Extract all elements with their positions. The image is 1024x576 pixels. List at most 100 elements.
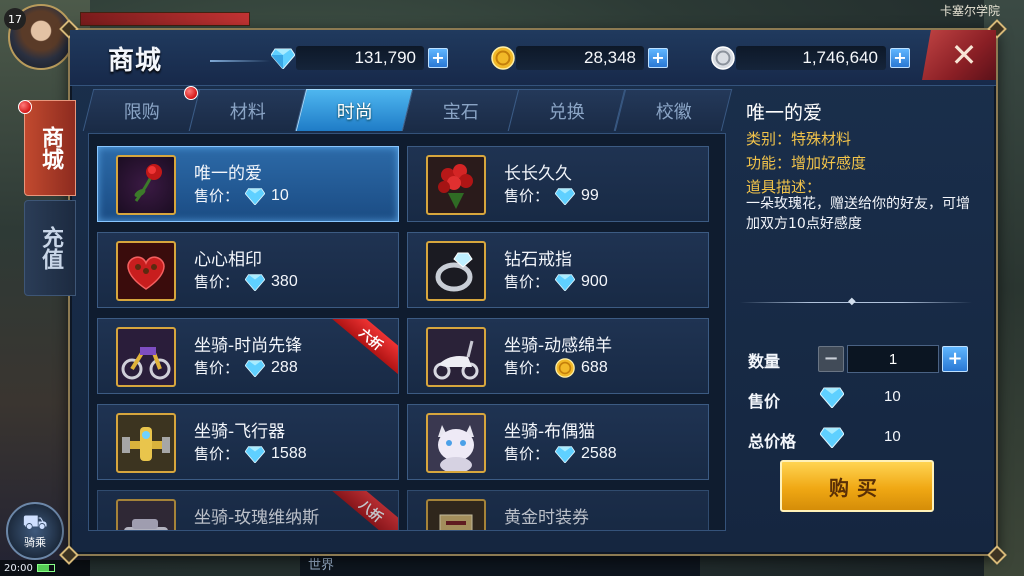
item-price: 288 — [271, 358, 298, 376]
item-card[interactable]: 坐骑-飞行器 售价： 1588 — [97, 404, 399, 480]
close-icon: ✕ — [950, 36, 978, 74]
ride-button[interactable]: ⛟ 骑乘 — [6, 502, 64, 560]
add-gold-button[interactable]: + — [648, 48, 668, 68]
price-label: 售价： — [194, 273, 240, 291]
quantity-decrease-button[interactable]: − — [818, 346, 844, 372]
item-card[interactable]: 钻石戒指 售价： 900 — [407, 232, 709, 308]
ride-label: 骑乘 — [24, 536, 46, 549]
buy-button[interactable]: 购买 — [780, 460, 934, 512]
item-card[interactable]: 唯一的爱 售价： 10 — [97, 146, 399, 222]
item-card[interactable]: 心心相印 售价： 380 — [97, 232, 399, 308]
tab-notification-dot — [184, 86, 198, 100]
price-label: 售价： — [504, 187, 550, 205]
close-button[interactable]: ✕ — [922, 30, 996, 80]
quantity-input[interactable] — [847, 345, 939, 373]
detail-title: 唯一的爱 — [746, 102, 823, 124]
item-card[interactable]: 坐骑-布偶猫 售价： 2588 — [407, 404, 709, 480]
diamond-amount: 131,790 — [296, 46, 424, 70]
scooter-icon — [426, 327, 486, 387]
item-card[interactable]: 坐骑-玫瑰维纳斯 八折 — [97, 490, 399, 530]
add-silver-button[interactable]: + — [890, 48, 910, 68]
motorcycle-icon — [116, 327, 176, 387]
divider-ornament: ◆ — [848, 296, 856, 307]
tab-materials-label: 材料 — [229, 101, 266, 123]
rose-icon — [116, 155, 176, 215]
item-card[interactable]: 坐骑-时尚先锋 售价： 288 六折 — [97, 318, 399, 394]
tab-badge[interactable]: 校徽 — [614, 89, 733, 131]
item-price: 688 — [581, 358, 608, 376]
diamond-icon — [555, 445, 576, 463]
side-tab-shop[interactable]: 商城 — [24, 100, 76, 196]
price-label: 售价： — [504, 445, 550, 463]
item-price: 99 — [581, 186, 599, 204]
detail-function: 功能：增加好感度 — [746, 154, 867, 172]
item-name: 心心相印 — [194, 250, 262, 270]
item-name: 坐骑-玫瑰维纳斯 — [194, 508, 320, 528]
item-card[interactable]: 黄金时装券 — [407, 490, 709, 530]
item-name: 黄金时装券 — [504, 508, 589, 528]
unit-price-label: 售价 — [748, 392, 781, 411]
add-diamond-button[interactable]: + — [428, 48, 448, 68]
item-price: 380 — [271, 272, 298, 290]
tab-materials[interactable]: 材料 — [189, 89, 307, 131]
motorcycle-icon: ⛟ — [22, 510, 48, 534]
discount-badge: 八折 — [328, 491, 398, 530]
silver-amount: 1,746,640 — [736, 46, 886, 70]
diamond-icon — [555, 187, 576, 205]
item-price: 10 — [271, 186, 289, 204]
diamond-icon — [245, 187, 266, 205]
price-label: 售价： — [504, 359, 550, 377]
shop-header: 商城 131,790 + 28,348 + 1,746,640 + ✕ — [70, 30, 996, 86]
ring-icon — [426, 241, 486, 301]
notification-dot — [18, 100, 32, 114]
diamond-icon — [245, 273, 266, 291]
diamond-icon — [820, 427, 844, 448]
quantity-increase-button[interactable]: + — [942, 346, 968, 372]
item-name: 坐骑-时尚先锋 — [194, 336, 303, 356]
side-tab-recharge[interactable]: 充值 — [24, 200, 76, 296]
tab-gems-label: 宝石 — [442, 101, 479, 123]
battery-icon — [36, 564, 55, 572]
gold-amount: 28,348 — [516, 46, 644, 70]
price-label: 售价： — [504, 273, 550, 291]
tab-exchange[interactable]: 兑换 — [508, 89, 626, 131]
tab-gems[interactable]: 宝石 — [401, 89, 520, 131]
price-label: 售价： — [194, 359, 240, 377]
side-tab-shop-label: 商城 — [38, 126, 63, 170]
item-name: 长长久久 — [504, 164, 572, 184]
item-card[interactable]: 坐骑-动感绵羊 售价： 688 — [407, 318, 709, 394]
price-label: 售价： — [194, 187, 240, 205]
diamond-icon — [245, 445, 266, 463]
tab-limited[interactable]: 限购 — [82, 89, 201, 131]
unit-price-value: 10 — [884, 388, 901, 405]
hp-bar — [80, 12, 250, 26]
side-tab-recharge-label: 充值 — [38, 226, 63, 270]
diamond-icon — [820, 387, 844, 408]
price-label: 售价： — [194, 445, 240, 463]
player-level: 17 — [4, 8, 26, 30]
item-name: 坐骑-飞行器 — [194, 422, 286, 442]
diamond-balance: 131,790 + — [270, 44, 448, 72]
divider — [740, 302, 972, 303]
buy-button-label: 购买 — [829, 475, 885, 500]
item-detail-panel: 唯一的爱 类别：特殊材料 功能：增加好感度 道具描述： 一朵玫瑰花，赠送给你的好… — [732, 90, 976, 530]
bouquet-icon — [426, 155, 486, 215]
clock: 20:00 — [4, 562, 33, 574]
car-icon — [116, 499, 176, 530]
tab-fashion[interactable]: 时尚 — [295, 89, 414, 131]
tab-badge-label: 校徽 — [655, 101, 692, 123]
tab-fashion-label: 时尚 — [336, 101, 373, 123]
item-card[interactable]: 长长久久 售价： 99 — [407, 146, 709, 222]
discount-badge: 六折 — [328, 319, 398, 378]
detail-category: 类别：特殊材料 — [746, 130, 852, 148]
item-price: 1588 — [271, 444, 307, 462]
status-bar: 20:00 — [0, 560, 90, 576]
diamond-icon — [270, 45, 296, 71]
quantity-label: 数量 — [748, 352, 781, 371]
total-price-label: 总价格 — [748, 432, 797, 451]
item-name: 坐骑-动感绵羊 — [504, 336, 613, 356]
gold-coin-icon — [555, 357, 575, 378]
cat-icon — [426, 413, 486, 473]
item-name: 钻石戒指 — [504, 250, 572, 270]
silver-balance: 1,746,640 + — [710, 44, 910, 72]
